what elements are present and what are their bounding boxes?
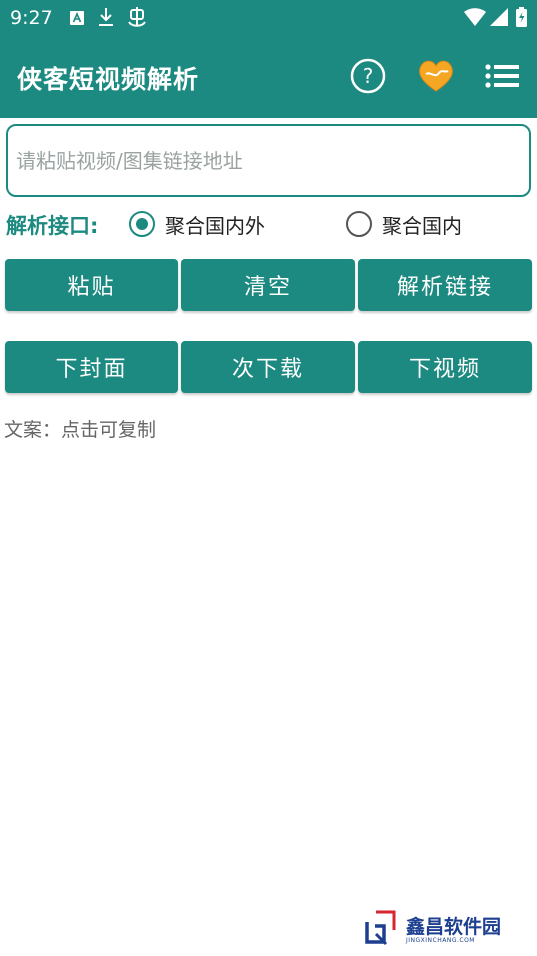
watermark-subtext: JINGXINCHANG.COM: [406, 936, 475, 944]
radio-api-global[interactable]: 聚合国内外: [129, 207, 265, 241]
watermark: 鑫昌软件园 JINGXINCHANG.COM: [362, 908, 501, 952]
app-title: 侠客短视频解析: [17, 65, 200, 94]
secondary-download-button[interactable]: 次下载: [181, 341, 355, 393]
copy-caption-hint[interactable]: 文案：点击可复制: [4, 415, 156, 442]
menu-list-icon: [485, 63, 519, 93]
battery-charging-icon: [516, 7, 527, 31]
radio-label: 聚合国内外: [165, 213, 265, 238]
parse-link-button[interactable]: 解析链接: [358, 259, 532, 311]
radio-api-domestic[interactable]: 聚合国内: [346, 207, 462, 241]
radio-unchecked-icon: [346, 211, 372, 237]
a-badge-icon: [70, 10, 84, 29]
status-icons-left: [70, 6, 148, 32]
download-cover-button[interactable]: 下封面: [5, 341, 178, 393]
url-input[interactable]: [6, 124, 531, 197]
svg-text:?: ?: [363, 64, 374, 88]
menu-button[interactable]: [482, 58, 522, 98]
api-selector-label: 解析接口:: [6, 214, 99, 238]
status-icons-right: [464, 6, 527, 32]
help-button[interactable]: ?: [348, 58, 388, 98]
paste-button[interactable]: 粘贴: [5, 259, 178, 311]
download-icon: [98, 7, 114, 31]
watermark-logo-icon: [362, 908, 400, 952]
watermark-text: 鑫昌软件园: [406, 915, 502, 938]
status-time: 9:27: [10, 7, 53, 29]
help-icon: ?: [350, 58, 386, 98]
clear-button[interactable]: 清空: [181, 259, 355, 311]
radio-checked-icon: [129, 211, 155, 237]
radio-label: 聚合国内: [382, 213, 462, 238]
app-toolbar: 侠客短视频解析 ?: [0, 38, 537, 118]
signal-icon: [490, 8, 508, 30]
status-bar: 9:27: [0, 0, 537, 38]
wifi-icon: [464, 8, 486, 30]
download-video-button[interactable]: 下视频: [358, 341, 532, 393]
favorite-button[interactable]: [416, 58, 456, 98]
heart-icon: [417, 59, 455, 97]
bug-icon: [126, 6, 148, 32]
